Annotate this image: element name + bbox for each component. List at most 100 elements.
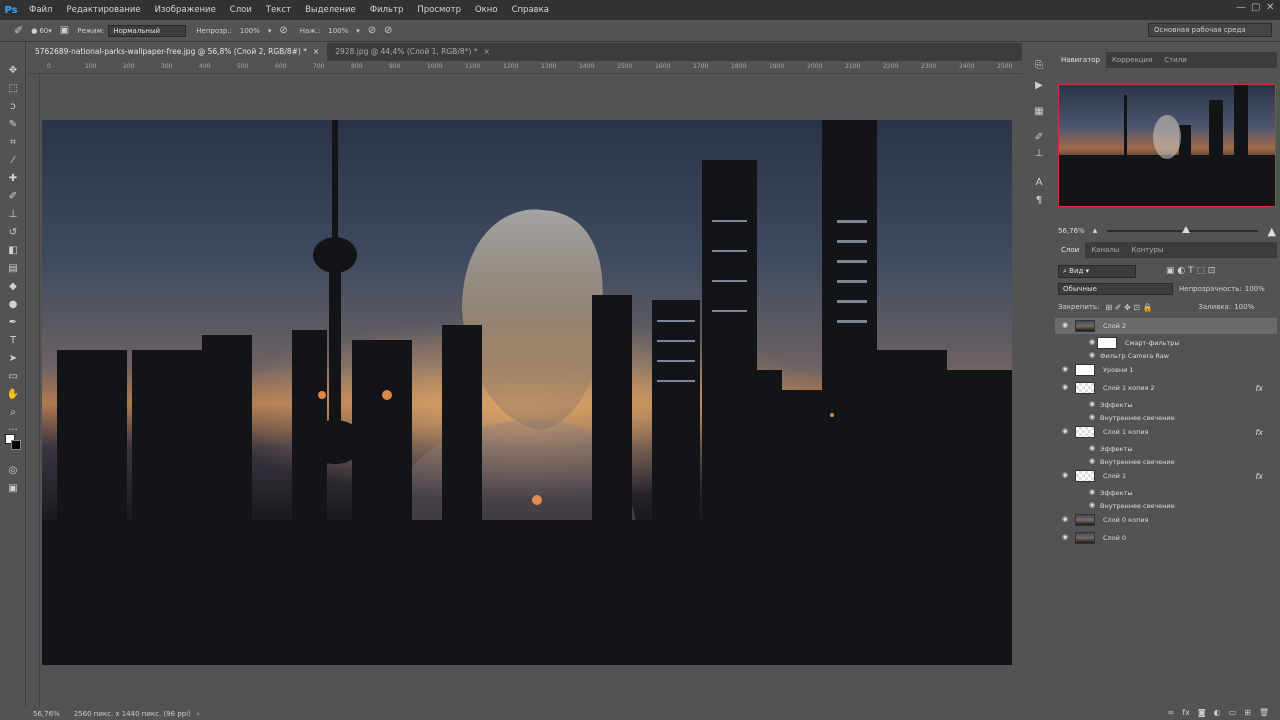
mode-dropdown[interactable]: Нормальный — [108, 24, 187, 37]
layer-row[interactable]: ◉ Слой 1 fx — [1055, 468, 1277, 484]
lock-icons[interactable]: ⊞ ✐ ✥ ⊡ 🔒 — [1105, 303, 1152, 312]
layer-row[interactable]: ◉ Внутреннее свечение — [1055, 499, 1277, 512]
visibility-eye-icon[interactable]: ◉ — [1060, 321, 1070, 331]
menu-item[interactable]: Файл — [22, 0, 59, 20]
shape-tool-icon[interactable]: ▭ — [4, 370, 22, 384]
visibility-eye-icon[interactable]: ◉ — [1087, 413, 1097, 423]
pressure-opacity-icon[interactable]: ⊘ — [279, 25, 287, 36]
layer-effects-icon[interactable]: fx — [1255, 472, 1263, 481]
layer-row[interactable]: ◉ Слой 0 копия — [1055, 512, 1277, 528]
menu-item[interactable]: Справка — [505, 0, 556, 20]
hand-tool-icon[interactable]: ✋ — [4, 388, 22, 402]
tab-styles[interactable]: Стили — [1158, 52, 1193, 68]
opacity-value[interactable]: 100% — [240, 27, 260, 35]
more-tools-icon[interactable]: ··· — [4, 424, 22, 438]
tab-paths[interactable]: Контуры — [1125, 242, 1169, 258]
tab-channels[interactable]: Каналы — [1085, 242, 1125, 258]
menu-item[interactable]: Фильтр — [363, 0, 411, 20]
document-canvas[interactable] — [42, 120, 1012, 665]
background-color-swatch[interactable] — [11, 440, 21, 450]
layer-thumbnail[interactable] — [1097, 336, 1117, 349]
move-tool-icon[interactable]: ✥ — [4, 64, 22, 78]
tab-navigator[interactable]: Навигатор — [1055, 52, 1106, 68]
history-brush-tool-icon[interactable]: ↺ — [4, 226, 22, 240]
navigator-zoom-slider[interactable] — [1107, 226, 1258, 233]
layer-row[interactable]: ◉ Смарт-фильтры — [1055, 336, 1277, 349]
clone-source-icon[interactable]: ⊥ — [1032, 148, 1046, 160]
workspace-dropdown[interactable]: Основная рабочая среда — [1148, 23, 1272, 37]
layer-row[interactable]: ◉ Эффекты — [1055, 442, 1277, 455]
layer-thumbnail[interactable] — [1075, 364, 1095, 376]
visibility-eye-icon[interactable]: ◉ — [1060, 533, 1070, 543]
eyedropper-tool-icon[interactable]: ⁄ — [4, 154, 22, 168]
layer-opacity-value[interactable]: 100% — [1245, 285, 1265, 293]
minimize-button[interactable]: — — [1236, 2, 1246, 13]
info-panel-icon[interactable]: ▦ — [1032, 106, 1046, 118]
visibility-eye-icon[interactable]: ◉ — [1060, 427, 1070, 437]
tab-layers[interactable]: Слои — [1055, 242, 1086, 258]
layer-effects-icon[interactable]: fx — [1255, 384, 1263, 393]
add-style-icon[interactable]: fx — [1182, 708, 1190, 717]
character-panel-icon[interactable]: A — [1032, 177, 1046, 189]
stamp-tool-icon[interactable]: ⊥ — [4, 208, 22, 222]
delete-layer-icon[interactable]: 🗑 — [1259, 708, 1269, 717]
flow-chevron-icon[interactable]: ▾ — [356, 27, 360, 35]
brush-size-picker[interactable]: ● 60 ▾ — [31, 27, 52, 35]
status-zoom[interactable]: 56,76% — [33, 710, 60, 718]
eraser-tool-icon[interactable]: ◧ — [4, 244, 22, 258]
horizontal-ruler[interactable]: 0 100 200 300 400 500 600 700 800 900 1000 1100 1200… — [27, 61, 1022, 74]
visibility-eye-icon[interactable]: ◉ — [1087, 457, 1097, 467]
adjustment-layer-icon[interactable]: ◐ — [1214, 708, 1221, 717]
close-tab-icon[interactable]: × — [483, 47, 489, 56]
fill-value[interactable]: 100% — [1234, 303, 1254, 311]
brush-panel-icon[interactable]: ▣ — [60, 25, 69, 36]
layer-row[interactable]: ◉ Слой 1 копия 2 fx — [1055, 380, 1277, 396]
tab-adjustments[interactable]: Коррекция — [1106, 52, 1158, 68]
pressure-size-icon[interactable]: ⊘ — [384, 25, 392, 36]
history-panel-icon[interactable]: ⎘ — [1032, 60, 1046, 72]
layer-filter-dropdown[interactable]: ⌕ Вид ▾ — [1058, 264, 1136, 278]
airbrush-icon[interactable]: ⊘ — [368, 25, 376, 36]
visibility-eye-icon[interactable]: ◉ — [1087, 488, 1097, 498]
layer-row[interactable]: ◉ Слой 0 — [1055, 530, 1277, 546]
tab-national-parks[interactable]: 5762689-national-parks-wallpaper-free.jp… — [27, 43, 328, 61]
zoom-out-icon[interactable]: ▴ — [1093, 226, 1098, 236]
paragraph-panel-icon[interactable]: ¶ — [1032, 195, 1046, 207]
zoom-tool-icon[interactable]: ⌕ — [4, 406, 22, 420]
layer-thumbnail[interactable] — [1075, 320, 1095, 332]
path-select-tool-icon[interactable]: ➤ — [4, 352, 22, 366]
zoom-in-icon[interactable]: ▲ — [1268, 225, 1276, 238]
blend-mode-dropdown[interactable]: Обычные — [1058, 283, 1173, 295]
canvas-area[interactable] — [40, 74, 1022, 707]
layer-row[interactable]: ◉ Эффекты — [1055, 486, 1277, 499]
tab-2928[interactable]: 2928.jpg @ 44,4% (Слой 1, RGB/8*) * × — [327, 43, 497, 61]
dodge-tool-icon[interactable]: ● — [4, 298, 22, 312]
visibility-eye-icon[interactable]: ◉ — [1060, 383, 1070, 393]
visibility-eye-icon[interactable]: ◉ — [1087, 400, 1097, 410]
type-tool-icon[interactable]: T — [4, 334, 22, 348]
marquee-tool-icon[interactable]: ⬚ — [4, 82, 22, 96]
visibility-eye-icon[interactable]: ◉ — [1087, 351, 1097, 361]
brush-settings-icon[interactable]: ✐ — [1032, 132, 1046, 144]
layer-row[interactable]: ◉ Уровни 1 — [1055, 362, 1277, 378]
layer-row[interactable]: ◉ Внутреннее свечение — [1055, 455, 1277, 468]
close-window-button[interactable]: ✕ — [1266, 2, 1274, 13]
add-mask-icon[interactable]: ◙ — [1198, 708, 1206, 717]
quick-mask-icon[interactable]: ◎ — [4, 464, 22, 478]
navigator-zoom-value[interactable]: 56,76% — [1058, 227, 1085, 235]
navigator-preview[interactable] — [1058, 84, 1276, 207]
close-tab-icon[interactable]: × — [313, 47, 319, 56]
lasso-tool-icon[interactable]: ↄ — [4, 100, 22, 114]
screen-mode-icon[interactable]: ▣ — [4, 482, 22, 496]
link-layers-icon[interactable]: ∞ — [1168, 708, 1175, 717]
new-group-icon[interactable]: ▭ — [1229, 708, 1237, 717]
layer-row[interactable]: ◉ Слой 1 копия fx — [1055, 424, 1277, 440]
brush-preset-icon[interactable]: ✐ — [14, 24, 23, 37]
vertical-ruler[interactable] — [27, 74, 40, 707]
status-arrow-icon[interactable]: › — [197, 710, 200, 718]
crop-tool-icon[interactable]: ⌗ — [4, 136, 22, 150]
filter-pixel-icon[interactable]: ▣ ◐ T ⬚ ⊡ — [1166, 266, 1215, 276]
menu-item[interactable]: Текст — [259, 0, 298, 20]
visibility-eye-icon[interactable]: ◉ — [1060, 365, 1070, 375]
layer-thumbnail[interactable] — [1075, 382, 1095, 394]
